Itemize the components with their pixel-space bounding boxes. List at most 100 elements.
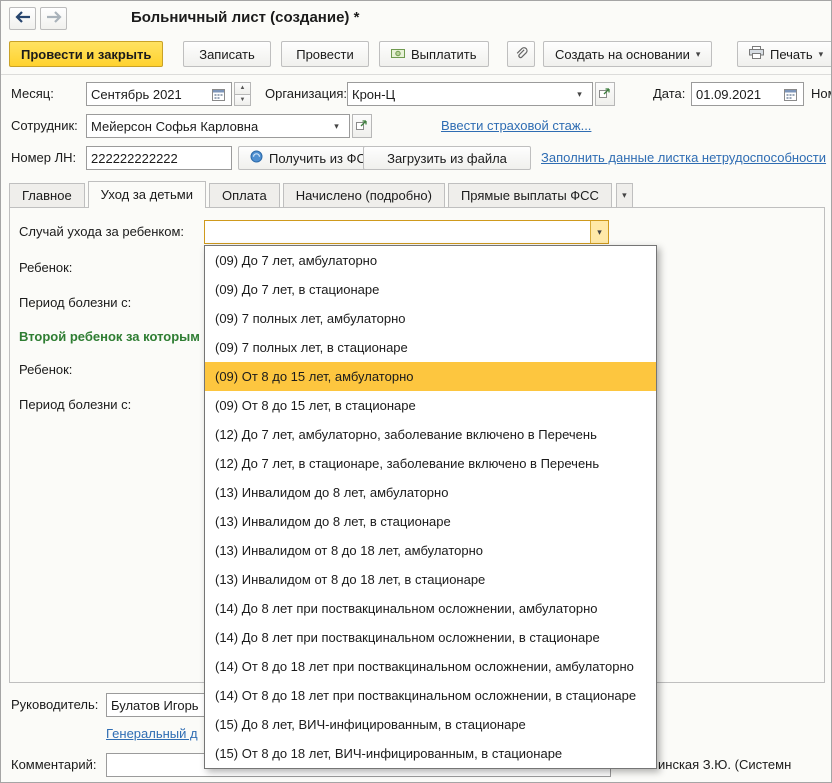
post-and-close-label: Провести и закрыть [21, 46, 152, 62]
child-label: Ребенок: [19, 260, 73, 275]
period2-label: Период болезни с: [19, 397, 132, 412]
dropdown-item-label: (14) От 8 до 18 лет при поствакцинальном… [215, 688, 637, 703]
tab-item[interactable]: Оплата [208, 183, 280, 208]
pay-icon [391, 47, 405, 62]
dropdown-item[interactable]: (14) От 8 до 18 лет при поствакцинальном… [205, 681, 656, 710]
tabs-more-button[interactable]: ▾ [615, 183, 633, 208]
create-based-on-label: Создать на основании [555, 46, 690, 62]
post-button[interactable]: Провести [281, 41, 369, 67]
employee-value: Мейерсон Софья Карловна [91, 118, 259, 134]
case-label: Случай ухода за ребенком: [19, 224, 185, 239]
dropdown-item[interactable]: (09) До 7 лет, амбулаторно [205, 246, 656, 275]
ln-number-value: 222222222222 [91, 150, 178, 166]
dropdown-item-label: (09) До 7 лет, в стационаре [215, 282, 380, 297]
dropdown-item[interactable]: (12) До 7 лет, в стационаре, заболевание… [205, 449, 656, 478]
date-input[interactable]: 01.09.2021 [691, 82, 804, 106]
responsible-text: инская З.Ю. (Системн [658, 757, 792, 772]
dropdown-item[interactable]: (09) От 8 до 15 лет, в стационаре [205, 391, 656, 420]
triangle-down-icon: ▼ [239, 96, 246, 103]
tab-label: Главное [22, 188, 72, 203]
tab-strip: Главное Уход за детьми Оплата Начислено … [9, 181, 633, 208]
calendar-icon[interactable] [210, 83, 227, 105]
dropdown-item[interactable]: (12) До 7 лет, амбулаторно, заболевание … [205, 420, 656, 449]
sick-leave-form-window: Больничный лист (создание) * Провести и … [0, 0, 832, 783]
insurance-record-link[interactable]: Ввести страховой стаж... [441, 114, 591, 138]
tab-label: Уход за детьми [100, 187, 193, 202]
case-dropdown-button[interactable]: ▾ [590, 221, 608, 243]
dropdown-item-label: (14) До 8 лет при поствакцинальном ослож… [215, 601, 598, 616]
pay-button[interactable]: Выплатить [379, 41, 489, 67]
child2-label: Ребенок: [19, 362, 73, 377]
tab-label: Оплата [221, 188, 267, 203]
month-value: Сентябрь 2021 [91, 86, 182, 102]
dropdown-item-label: (13) Инвалидом от 8 до 18 лет, амбулатор… [215, 543, 484, 558]
dropdown-item[interactable]: (14) До 8 лет при поствакцинальном ослож… [205, 623, 656, 652]
back-button[interactable] [9, 7, 36, 30]
position-link[interactable]: Генеральный д [106, 722, 198, 746]
case-dropdown-list: (09) До 7 лет, амбулаторно (09) До 7 лет… [204, 245, 657, 769]
create-based-on-button[interactable]: Создать на основании ▾ [543, 41, 713, 67]
tab-label: Начислено (подробно) [295, 188, 432, 203]
fill-data-link[interactable]: Заполнить данные листка нетрудоспособнос… [541, 146, 826, 170]
dropdown-item[interactable]: (14) От 8 до 18 лет при поствакцинальном… [205, 652, 656, 681]
dropdown-item[interactable]: (13) Инвалидом до 8 лет, в стационаре [205, 507, 656, 536]
print-label: Печать [770, 46, 813, 62]
dropdown-item-label: (12) До 7 лет, в стационаре, заболевание… [215, 456, 600, 471]
employee-open-button[interactable] [352, 114, 372, 138]
dropdown-item[interactable]: (09) До 7 лет, в стационаре [205, 275, 656, 304]
dropdown-item[interactable]: (15) До 8 лет, ВИЧ-инфицированным, в ста… [205, 710, 656, 739]
dropdown-item-label: (09) До 7 лет, амбулаторно [215, 253, 378, 268]
dropdown-item[interactable]: (13) Инвалидом до 8 лет, амбулаторно [205, 478, 656, 507]
dropdown-item-label: (09) От 8 до 15 лет, в стационаре [215, 398, 416, 413]
spin-up-button[interactable]: ▲ [234, 82, 251, 95]
dropdown-item-label: (15) От 8 до 18 лет, ВИЧ-инфицированным,… [215, 746, 563, 761]
dropdown-item[interactable]: (09) 7 полных лет, в стационаре [205, 333, 656, 362]
triangle-up-icon: ▲ [239, 85, 246, 91]
chevron-down-icon: ▾ [334, 120, 339, 131]
dropdown-item-label: (13) Инвалидом от 8 до 18 лет, в стацион… [215, 572, 486, 587]
load-from-file-button[interactable]: Загрузить из файла [363, 146, 531, 170]
month-input[interactable]: Сентябрь 2021 [86, 82, 232, 106]
comment-label: Комментарий: [11, 757, 97, 772]
dropdown-item[interactable]: (15) От 8 до 18 лет, ВИЧ-инфицированным,… [205, 739, 656, 768]
tab-item[interactable]: Уход за детьми [87, 181, 206, 208]
ln-number-input[interactable]: 222222222222 [86, 146, 232, 170]
chevron-down-icon: ▾ [577, 88, 582, 99]
tab-item[interactable]: Главное [9, 183, 85, 208]
month-spinner: ▲ ▼ [234, 82, 251, 106]
employee-input[interactable]: Мейерсон Софья Карловна ▾ [86, 114, 350, 138]
case-combobox[interactable]: ▾ [204, 220, 609, 244]
employee-select-button[interactable]: ▾ [328, 115, 345, 137]
toolbar-separator [1, 74, 831, 75]
attach-button[interactable] [507, 41, 535, 67]
dropdown-item-label: (14) От 8 до 18 лет при поствакцинальном… [215, 659, 634, 674]
date-value: 01.09.2021 [696, 86, 762, 102]
dropdown-item[interactable]: (13) Инвалидом от 8 до 18 лет, амбулатор… [205, 536, 656, 565]
employee-label: Сотрудник: [11, 118, 78, 133]
dropdown-item[interactable]: (14) До 8 лет при поствакцинальном ослож… [205, 594, 656, 623]
forward-button[interactable] [40, 7, 67, 30]
dropdown-item[interactable]: (13) Инвалидом от 8 до 18 лет, в стацион… [205, 565, 656, 594]
save-button[interactable]: Записать [183, 41, 271, 67]
tab-item[interactable]: Начислено (подробно) [282, 183, 445, 208]
dropdown-item-label: (13) Инвалидом до 8 лет, амбулаторно [215, 485, 449, 500]
ln-number-label: Номер ЛН: [11, 150, 77, 165]
organization-select-button[interactable]: ▾ [571, 83, 588, 105]
dropdown-item[interactable]: (09) 7 полных лет, амбулаторно [205, 304, 656, 333]
dropdown-item[interactable]: (09) От 8 до 15 лет, амбулаторно [205, 362, 656, 391]
tab-item[interactable]: Прямые выплаты ФСС [447, 183, 612, 208]
pay-label: Выплатить [411, 46, 477, 62]
post-and-close-button[interactable]: Провести и закрыть [9, 41, 164, 67]
tab-label: Прямые выплаты ФСС [460, 188, 599, 203]
number-label-cut: Ном [811, 86, 831, 101]
organization-input[interactable]: Крон-Ц ▾ [347, 82, 593, 106]
forward-arrow-icon [46, 11, 62, 26]
calendar-icon[interactable] [782, 83, 799, 105]
printer-icon [749, 46, 764, 62]
print-button[interactable]: Печать ▾ [737, 41, 831, 67]
chevron-down-icon: ▾ [818, 48, 824, 59]
spin-down-button[interactable]: ▼ [234, 94, 251, 106]
organization-open-button[interactable] [595, 82, 615, 106]
chevron-down-icon: ▾ [622, 190, 627, 200]
month-label: Месяц: [11, 86, 54, 101]
